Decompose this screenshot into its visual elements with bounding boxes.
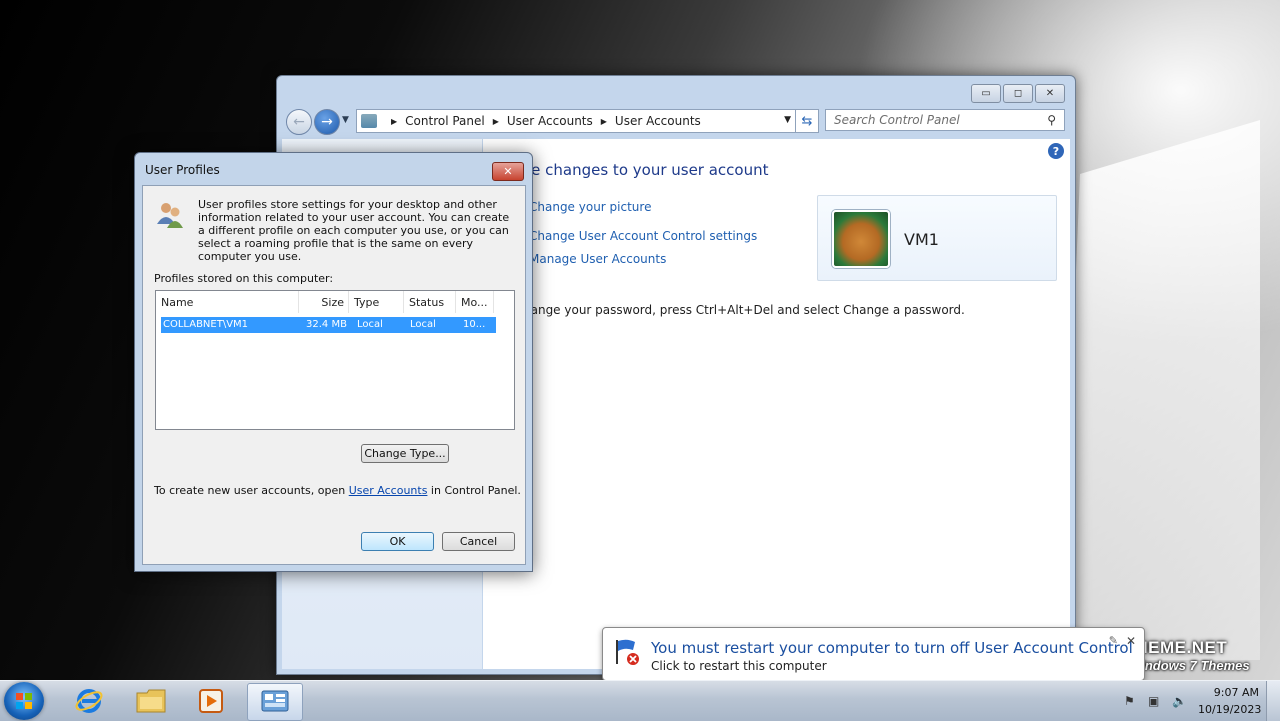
- column-header-size[interactable]: Size: [299, 291, 349, 313]
- control-panel-icon: [261, 690, 289, 712]
- close-button[interactable]: ✕: [492, 162, 524, 181]
- search-placeholder: Search Control Panel: [834, 113, 960, 127]
- column-header-modified[interactable]: Mo...: [456, 291, 494, 313]
- arrow-right-icon: →: [321, 114, 333, 130]
- user-accounts-link[interactable]: User Accounts: [349, 484, 428, 497]
- window-caption-buttons: ▭ ◻ ✕: [971, 84, 1065, 103]
- clock-time[interactable]: 9:07 AM: [1203, 686, 1259, 699]
- search-input[interactable]: Search Control Panel ⚲: [825, 109, 1065, 131]
- dialog-body: User profiles store settings for your de…: [142, 185, 526, 565]
- column-header-type[interactable]: Type: [349, 291, 404, 313]
- pin-icon[interactable]: ✎: [1109, 634, 1118, 647]
- page-title: ke changes to your user account: [523, 161, 769, 179]
- refresh-icon: ⇆: [801, 113, 813, 129]
- cell-size: 32.4 MB: [306, 319, 347, 330]
- notification-subtitle: Click to restart this computer: [651, 659, 827, 673]
- control-panel-icon: [361, 114, 377, 128]
- taskbar-media-player[interactable]: [184, 683, 238, 719]
- ok-button[interactable]: OK: [361, 532, 434, 551]
- profiles-list-label: Profiles stored on this computer:: [154, 272, 334, 285]
- search-icon: ⚲: [1047, 113, 1056, 127]
- notification-title: You must restart your computer to turn o…: [651, 639, 1133, 657]
- action-center-flag-icon[interactable]: ⚑: [1124, 694, 1140, 708]
- notification-balloon[interactable]: You must restart your computer to turn o…: [602, 627, 1145, 681]
- address-bar[interactable]: ▶ Control Panel ▶ User Accounts ▶ User A…: [356, 109, 798, 133]
- profiles-list[interactable]: Name Size Type Status Mo... COLLABNET\VM…: [155, 290, 515, 430]
- internet-explorer-icon: [75, 689, 103, 713]
- start-button[interactable]: [4, 682, 44, 720]
- dialog-description: User profiles store settings for your de…: [198, 198, 510, 263]
- cell-name: COLLABNET\VM1: [163, 319, 249, 330]
- manage-user-accounts-link[interactable]: Manage User Accounts: [529, 252, 666, 266]
- chevron-down-icon[interactable]: ▼: [784, 115, 791, 125]
- account-tile: VM1: [817, 195, 1057, 281]
- minimize-button[interactable]: ▭: [971, 84, 1001, 103]
- dialog-title: User Profiles: [145, 163, 220, 177]
- table-row[interactable]: COLLABNET\VM1 32.4 MB Local Local 10...: [161, 317, 496, 333]
- close-icon[interactable]: ✕: [1126, 634, 1136, 648]
- create-text-prefix: To create new user accounts, open: [154, 484, 349, 497]
- password-note: hange your password, press Ctrl+Alt+Del …: [523, 303, 965, 317]
- create-text-suffix: in Control Panel.: [427, 484, 521, 497]
- cell-modified: 10...: [463, 319, 486, 330]
- volume-muted-icon[interactable]: 🔈: [1172, 694, 1188, 708]
- arrow-left-icon: ←: [293, 114, 305, 130]
- media-player-icon: [199, 689, 223, 713]
- close-icon: ✕: [503, 165, 513, 178]
- back-button[interactable]: ←: [286, 109, 312, 135]
- users-icon: [157, 203, 183, 228]
- action-center-flag-icon: [616, 639, 639, 665]
- create-accounts-text: To create new user accounts, open User A…: [154, 484, 521, 497]
- close-button[interactable]: ✕: [1035, 84, 1065, 103]
- forward-button[interactable]: →: [314, 109, 340, 135]
- navigation-bar: ← → ▼ ▶ Control Panel ▶ User Accounts ▶ …: [284, 107, 1068, 135]
- maximize-button[interactable]: ◻: [1003, 84, 1033, 103]
- clock-date[interactable]: 10/19/2023: [1198, 703, 1261, 716]
- change-uac-settings-link[interactable]: Change User Account Control settings: [529, 229, 757, 243]
- cell-type: Local: [357, 319, 383, 330]
- cancel-button[interactable]: Cancel: [442, 532, 515, 551]
- chevron-right-icon[interactable]: ▶: [391, 117, 397, 126]
- breadcrumb-user-accounts[interactable]: User Accounts: [507, 114, 593, 128]
- user-profiles-dialog: User Profiles ✕ User profiles store sett…: [134, 152, 533, 572]
- cell-status: Local: [410, 319, 436, 330]
- windows-explorer-icon: [136, 689, 166, 713]
- windows-logo-icon: [16, 693, 32, 709]
- network-icon[interactable]: ▣: [1148, 694, 1164, 708]
- main-content: ? ke changes to your user account Change…: [483, 139, 1070, 669]
- column-header-status[interactable]: Status: [404, 291, 456, 313]
- taskbar-windows-explorer[interactable]: [124, 683, 178, 719]
- breadcrumb-control-panel[interactable]: Control Panel: [405, 114, 485, 128]
- account-name: VM1: [904, 230, 939, 249]
- avatar[interactable]: [832, 210, 890, 268]
- taskbar-internet-explorer[interactable]: [62, 683, 116, 719]
- refresh-button[interactable]: ⇆: [795, 109, 819, 133]
- desktop-wallpaper-shape: [1060, 120, 1260, 660]
- chevron-right-icon[interactable]: ▶: [493, 117, 499, 126]
- change-type-button[interactable]: Change Type...: [361, 444, 449, 463]
- chevron-right-icon[interactable]: ▶: [601, 117, 607, 126]
- taskbar: ⚑ ▣ 🔈 9:07 AM 10/19/2023: [0, 680, 1280, 721]
- help-icon[interactable]: ?: [1048, 143, 1064, 159]
- recent-pages-dropdown[interactable]: ▼: [342, 115, 349, 125]
- show-desktop-button[interactable]: [1266, 681, 1280, 721]
- breadcrumb-user-accounts-current[interactable]: User Accounts: [615, 114, 701, 128]
- change-picture-link[interactable]: Change your picture: [529, 200, 651, 214]
- column-header-name[interactable]: Name: [156, 291, 299, 313]
- taskbar-control-panel[interactable]: [247, 683, 303, 721]
